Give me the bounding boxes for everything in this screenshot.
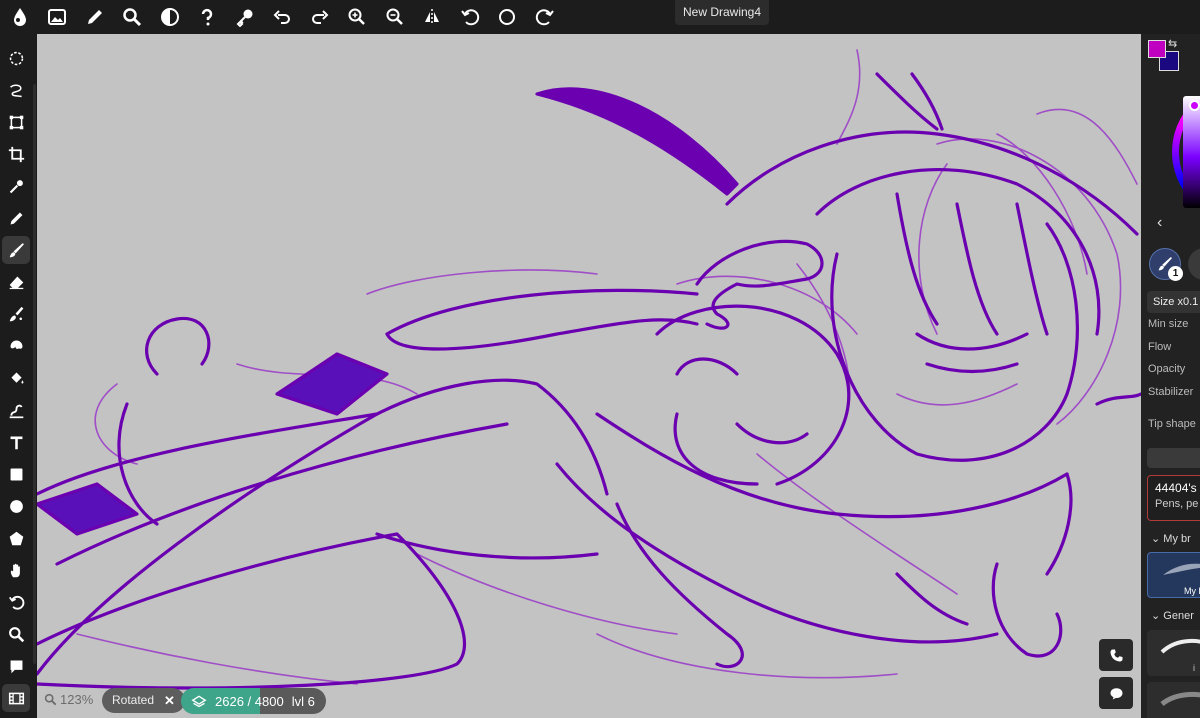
- rotated-label: Rotated: [112, 693, 155, 707]
- chat-icon: [1110, 687, 1122, 699]
- color-value-slider[interactable]: [1183, 96, 1200, 208]
- zoom-out-icon[interactable]: [376, 0, 413, 34]
- layer-usage-meter[interactable]: 2626 / 4800 lvl 6: [181, 688, 326, 714]
- timeline-icon[interactable]: [2, 684, 30, 712]
- brush-stroke-preview-icon: [1160, 692, 1200, 707]
- rotate-left-icon[interactable]: [451, 0, 488, 34]
- reset-rotation-icon[interactable]: [488, 0, 525, 34]
- opacity-label: Opacity: [1148, 363, 1186, 375]
- primary-color-swatch[interactable]: [1148, 40, 1166, 58]
- zoom-indicator[interactable]: 123%: [44, 692, 93, 707]
- pencil-icon[interactable]: [76, 0, 113, 34]
- min-size-label: Min size: [1148, 318, 1189, 330]
- layer-count: 2626 / 4800: [215, 693, 284, 709]
- image-icon[interactable]: [38, 0, 75, 34]
- layer-level: lvl 6: [291, 693, 315, 709]
- swap-colors-icon[interactable]: ⇆: [1168, 37, 1177, 50]
- general-brush-caption: i: [1193, 663, 1195, 673]
- smudge-icon[interactable]: [2, 332, 30, 360]
- general-brush-tile[interactable]: [1147, 682, 1200, 718]
- right-panel: ⇆ ‹ 1 Size x0.1 Min size Flow Opacity St…: [1141, 34, 1200, 718]
- my-brushes-section[interactable]: ⌄ My br: [1151, 532, 1191, 545]
- top-toolbar: New Drawing4: [0, 0, 1200, 34]
- left-toolbar-scrollbar[interactable]: [33, 84, 36, 664]
- phone-icon: [1110, 649, 1122, 661]
- brush-icon[interactable]: [2, 236, 30, 264]
- ellipse-icon[interactable]: [2, 492, 30, 520]
- call-button[interactable]: [1099, 639, 1133, 671]
- tip-shape-label: Tip shape: [1148, 418, 1196, 430]
- brush-stroke-preview-icon: [1163, 563, 1200, 575]
- brush-count-badge: 1: [1168, 266, 1183, 281]
- chevron-down-icon: ⌄: [1151, 610, 1161, 622]
- pen-icon[interactable]: [2, 204, 30, 232]
- help-icon[interactable]: [188, 0, 225, 34]
- fill-bucket-icon[interactable]: [2, 364, 30, 392]
- stabilizer-label: Stabilizer: [1148, 386, 1194, 398]
- chevron-down-icon: ⌄: [1151, 533, 1161, 545]
- rotate-right-icon[interactable]: [526, 0, 563, 34]
- sketch-artwork: [37, 49, 1141, 690]
- brush-set-card[interactable]: 44404's Pens, pe: [1147, 475, 1200, 521]
- my-brushes-label: My br: [1163, 533, 1191, 545]
- eyedropper-icon[interactable]: [2, 172, 30, 200]
- drawing-canvas[interactable]: [37, 34, 1141, 718]
- second-brush-button[interactable]: [1188, 248, 1200, 280]
- my-brush-caption: My l: [1184, 586, 1200, 596]
- rotated-badge[interactable]: Rotated ✕: [102, 688, 185, 713]
- flow-label: Flow: [1148, 341, 1172, 353]
- hand-icon[interactable]: [2, 556, 30, 584]
- brush-set-subtitle: Pens, pe: [1155, 498, 1199, 510]
- zoom-tool-icon[interactable]: [2, 620, 30, 648]
- redo-icon[interactable]: [301, 0, 338, 34]
- chat-button[interactable]: [1099, 677, 1133, 709]
- color-wheel-knob[interactable]: [1189, 100, 1200, 111]
- liquify-icon[interactable]: [2, 396, 30, 424]
- layers-icon: [191, 695, 207, 708]
- text-icon[interactable]: [2, 428, 30, 456]
- zoom-value: 123%: [60, 692, 94, 707]
- size-slider[interactable]: Size x0.1: [1147, 291, 1200, 313]
- general-section[interactable]: ⌄ Gener: [1151, 609, 1194, 622]
- rectangle-icon[interactable]: [2, 460, 30, 488]
- key-icon[interactable]: [226, 0, 263, 34]
- undo-icon[interactable]: [263, 0, 300, 34]
- flip-icon[interactable]: [413, 0, 450, 34]
- left-toolbar: [0, 34, 37, 718]
- lasso-select-icon[interactable]: [2, 44, 30, 72]
- eraser-icon[interactable]: [2, 268, 30, 296]
- transform-icon[interactable]: [2, 108, 30, 136]
- tip-shape-selector[interactable]: [1147, 448, 1200, 468]
- contrast-icon[interactable]: [151, 0, 188, 34]
- app-logo-icon[interactable]: [1, 0, 38, 34]
- shape-icon[interactable]: [2, 524, 30, 552]
- close-icon[interactable]: ✕: [164, 688, 175, 713]
- blur-icon[interactable]: [2, 300, 30, 328]
- crop-icon[interactable]: [2, 140, 30, 168]
- chevron-left-icon[interactable]: ‹: [1157, 214, 1162, 232]
- search-icon[interactable]: [113, 0, 150, 34]
- my-brush-tile[interactable]: My l: [1147, 552, 1200, 598]
- freehand-select-icon[interactable]: [2, 76, 30, 104]
- zoom-search-icon: [44, 693, 57, 706]
- document-title[interactable]: New Drawing4: [675, 0, 770, 25]
- comment-icon[interactable]: [2, 652, 30, 680]
- brush-set-name: 44404's: [1155, 481, 1197, 495]
- general-label: Gener: [1163, 610, 1194, 622]
- brush-stroke-preview-icon: [1160, 639, 1200, 654]
- zoom-in-icon[interactable]: [338, 0, 375, 34]
- rotate-tool-icon[interactable]: [2, 588, 30, 616]
- general-brush-tile[interactable]: i: [1147, 630, 1200, 676]
